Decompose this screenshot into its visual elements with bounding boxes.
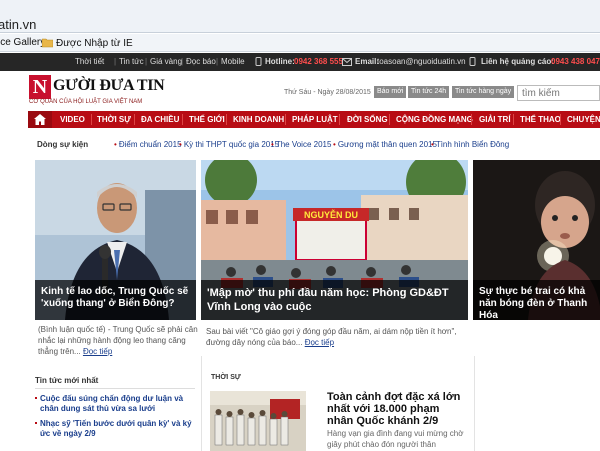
read-more-left[interactable]: Đọc tiếp [83, 347, 112, 356]
folder-icon [42, 38, 53, 48]
button-tin-tuc-hang-ngay[interactable]: Tin tức hàng ngày [452, 86, 515, 98]
toplink-mobile[interactable]: Mobile [221, 57, 245, 66]
nav-giai-tri[interactable]: GIẢI TRÍ [479, 115, 511, 124]
nav-cong-dong-mang[interactable]: CỘNG ĐỒNG MẠNG [396, 115, 473, 124]
story-card-left[interactable]: Kinh tế lao dốc, Trung Quốc sẽ 'xuống th… [35, 160, 196, 320]
story-sapo-center: Sau bài viết "Cô giáo gợi ý đóng góp đầu… [206, 327, 457, 347]
favorite-item-gallery[interactable]: ice Gallery [0, 37, 45, 48]
story-card-center[interactable]: NGUYỄN DU 'Mập mờ' thu phí đầu năm học: … [201, 160, 468, 320]
toplink-gold[interactable]: Giá vàng [150, 57, 182, 66]
thoi-su-sapo: Hàng vạn gia đình đang vui mừng chờ giây… [327, 429, 464, 449]
browser-window: atin.vn ice Gallery Được Nhập từ IE Thời… [0, 0, 600, 451]
latest-news-item[interactable]: Nhạc sỹ 'Tiến bước dưới quân kỳ' và ký ứ… [35, 419, 195, 439]
main-nav: VIDEO THỜI SỰ ĐA CHIỀU THẾ GIỚI KINH DOA… [28, 111, 600, 128]
toplink-newspaper[interactable]: Đọc báo [186, 57, 216, 66]
latest-news-item[interactable]: Cuộc đấu súng chấn động dư luận và chân … [35, 394, 195, 414]
ads-label: Liên hệ quảng cáo: [481, 57, 554, 66]
phone-icon-2 [469, 57, 476, 66]
story-title-left[interactable]: Kinh tế lao dốc, Trung Quốc sẽ 'xuống th… [35, 280, 196, 320]
hotline-number: 0942 368 555 [294, 57, 343, 66]
nav-video[interactable]: VIDEO [60, 115, 85, 124]
latest-news-heading: Tin tức mới nhất [35, 376, 195, 389]
thoi-su-thumbnail[interactable] [210, 391, 306, 451]
toplink-news[interactable]: Tin tức [119, 57, 144, 66]
events-bar: Dòng sự kiện Điểm chuẩn 2015 Kỳ thi THPT… [37, 139, 600, 152]
nav-the-gioi[interactable]: THẾ GIỚI [189, 115, 225, 124]
site-logo[interactable]: N GƯỜI ĐƯA TIN CƠ QUAN CỦA HỘI LUẬT GIA … [29, 75, 165, 111]
logo-mark: N [29, 75, 51, 99]
hotline-label: Hotline: [265, 57, 295, 66]
section-heading-thoi-su[interactable]: THỜI SỰ [211, 374, 241, 381]
event-link-bien-dong[interactable]: Tình hình Biển Đông [431, 140, 509, 149]
nav-chuyen[interactable]: CHUYỆN [567, 115, 600, 124]
event-link-ky-thi[interactable]: Kỳ thi THPT quốc gia 2015 [179, 140, 279, 149]
read-more-center[interactable]: Đọc tiếp [305, 338, 334, 347]
nav-da-chieu[interactable]: ĐA CHIỀU [141, 115, 179, 124]
ads-phone: 0943 438 047 [551, 57, 600, 66]
story-title-center[interactable]: 'Mập mờ' thu phí đầu năm học: Phòng GD&Đ… [201, 280, 468, 320]
nav-thoi-su[interactable]: THỜI SỰ [97, 115, 131, 124]
phone-icon [255, 57, 262, 66]
mail-icon [342, 58, 352, 66]
nav-phap-luat[interactable]: PHÁP LUẬT [292, 115, 338, 124]
event-link-the-voice[interactable]: The Voice 2015 [271, 140, 332, 149]
address-url[interactable]: atin.vn [0, 17, 36, 32]
story-title-right[interactable]: Sự thực bé trai có khả năn bóng đèn ở Th… [473, 280, 600, 320]
latest-news-box: Tin tức mới nhất Cuộc đấu súng chấn động… [35, 376, 195, 439]
story-sapo-left: (Bình luận quốc tế) - Trung Quốc sẽ phải… [38, 325, 198, 356]
home-button[interactable] [28, 111, 52, 128]
logo-subtitle: CƠ QUAN CỦA HỘI LUẬT GIA VIỆT NAM [29, 99, 143, 105]
story-card-right[interactable]: Sự thực bé trai có khả năn bóng đèn ở Th… [473, 160, 600, 320]
nav-kinh-doanh[interactable]: KINH DOANH [233, 115, 284, 124]
nav-the-thao[interactable]: THỂ THAO [520, 115, 561, 124]
email-link[interactable]: toasoan@nguoiduatin.vn [377, 57, 466, 66]
logo-text: GƯỜI ĐƯA TIN [53, 77, 165, 94]
address-bar[interactable]: atin.vn [0, 0, 600, 33]
nav-doi-song[interactable]: ĐỜI SỐNG [347, 115, 388, 124]
search-input[interactable] [517, 85, 600, 101]
current-date: Thứ Sáu - Ngày 28/08/2015 [284, 89, 371, 96]
favorites-bar: ice Gallery Được Nhập từ IE [0, 34, 600, 52]
event-link-diem-chuan[interactable]: Điểm chuẩn 2015 [114, 140, 182, 149]
favorite-item-ie-import[interactable]: Được Nhập từ IE [42, 37, 133, 49]
event-link-guong-mat[interactable]: Gương mặt thân quen 2015 [333, 140, 437, 149]
school-sign-text: NGUYỄN DU [304, 209, 358, 220]
site-top-strip: Thời tiết | Tin tức | Giá vàng | Đọc báo… [0, 53, 600, 71]
button-tin-tuc-24h[interactable]: Tin tức 24h [408, 86, 450, 98]
button-bao-moi[interactable]: Báo mới [374, 86, 407, 98]
events-label: Dòng sự kiện [37, 140, 89, 149]
thoi-su-title[interactable]: Toàn cảnh đợt đặc xá lớn nhất với 18.000… [327, 391, 467, 427]
email-label: Email: [355, 57, 380, 66]
toplink-weather[interactable]: Thời tiết [75, 57, 104, 66]
home-icon [34, 114, 46, 125]
story-image-prisoners [210, 391, 306, 451]
